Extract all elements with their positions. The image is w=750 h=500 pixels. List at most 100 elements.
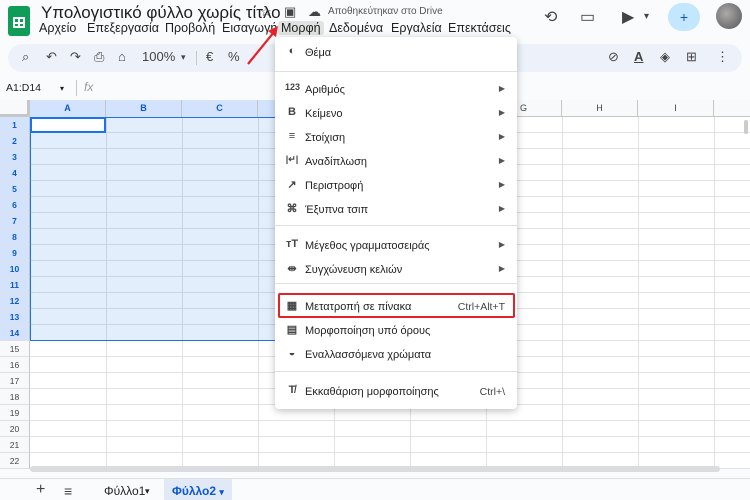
row-header-15[interactable]: 15 bbox=[0, 341, 30, 357]
row-header-10[interactable]: 10 bbox=[0, 261, 30, 277]
sheet-tab-1-chevron-icon[interactable]: ▾ bbox=[145, 486, 150, 497]
format-menu-item-8[interactable]: ⇹ Συγχώνευση κελιών ▶ bbox=[275, 259, 517, 281]
active-cell[interactable] bbox=[30, 117, 106, 133]
borders-icon[interactable]: ⊞ bbox=[686, 49, 697, 65]
row-header-21[interactable]: 21 bbox=[0, 437, 30, 453]
format-menu-label: Στοίχιση bbox=[305, 132, 346, 144]
sheet-tab-1[interactable]: Φύλλο1 bbox=[104, 484, 145, 498]
print-icon[interactable]: ⎙ bbox=[94, 49, 104, 65]
currency-format-button[interactable]: € bbox=[206, 49, 213, 64]
column-header-b[interactable]: B bbox=[106, 100, 182, 117]
row-header-16[interactable]: 16 bbox=[0, 357, 30, 373]
sheets-app: Υπολογιστικό φύλλο χωρίς τίτλο ☆ ▣ ☁ Απο… bbox=[0, 0, 750, 500]
zoom-chevron-icon[interactable]: ▾ bbox=[181, 52, 186, 63]
format-menu-label: Εκκαθάριση μορφοποίησης bbox=[305, 386, 439, 398]
select-all-corner[interactable] bbox=[0, 100, 30, 117]
format-menu-item-1[interactable]: 123 Αριθμός ▶ bbox=[275, 79, 517, 101]
row-header-5[interactable]: 5 bbox=[0, 181, 30, 197]
version-history-icon[interactable]: ⟲ bbox=[544, 7, 557, 27]
row-header-8[interactable]: 8 bbox=[0, 229, 30, 245]
save-status: Αποθηκεύτηκαν στο Drive bbox=[328, 6, 443, 17]
percent-format-button[interactable]: % bbox=[228, 49, 240, 64]
submenu-arrow-icon: ▶ bbox=[498, 204, 505, 213]
toolbar-divider bbox=[196, 51, 197, 65]
zoom-select[interactable]: 100% bbox=[142, 49, 175, 64]
search-icon[interactable]: ⌕ bbox=[22, 49, 29, 65]
horizontal-scrollbar[interactable] bbox=[30, 466, 720, 472]
row-header-20[interactable]: 20 bbox=[0, 421, 30, 437]
format-menu-item-11[interactable]: ◒ Εναλλασσόμενα χρώματα bbox=[275, 344, 517, 366]
row-header-17[interactable]: 17 bbox=[0, 373, 30, 389]
format-menu-item-0[interactable]: ◐ Θέμα bbox=[275, 42, 517, 64]
row-header-6[interactable]: 6 bbox=[0, 197, 30, 213]
row-header-11[interactable]: 11 bbox=[0, 277, 30, 293]
number-format-icon: 123 bbox=[285, 82, 301, 92]
meet-icon[interactable]: ▶ bbox=[622, 7, 634, 27]
chevron-down-icon[interactable]: ▾ bbox=[644, 11, 649, 22]
row-header-22[interactable]: 22 bbox=[0, 453, 30, 469]
format-menu-item-5[interactable]: ↗ Περιστροφή ▶ bbox=[275, 175, 517, 197]
row-header-12[interactable]: 12 bbox=[0, 293, 30, 309]
row-header-19[interactable]: 19 bbox=[0, 405, 30, 421]
format-menu-item-2[interactable]: B Κείμενο ▶ bbox=[275, 103, 517, 125]
submenu-arrow-icon: ▶ bbox=[498, 264, 505, 273]
format-menu-item-12[interactable]: T̸ Εκκαθάριση μορφοποίησης Ctrl+\ bbox=[275, 381, 517, 403]
move-folder-icon[interactable]: ▣ bbox=[284, 4, 296, 20]
row-header-9[interactable]: 9 bbox=[0, 245, 30, 261]
row-gridline bbox=[30, 436, 750, 437]
star-icon[interactable]: ☆ bbox=[260, 4, 272, 20]
comments-icon[interactable]: ▭ bbox=[580, 7, 595, 27]
name-box-chevron-icon[interactable]: ▾ bbox=[60, 84, 64, 93]
all-sheets-icon[interactable]: ≡ bbox=[64, 483, 72, 499]
menu-extensions[interactable]: Επεκτάσεις bbox=[445, 21, 514, 35]
row-header-2[interactable]: 2 bbox=[0, 133, 30, 149]
document-title[interactable]: Υπολογιστικό φύλλο χωρίς τίτλο bbox=[41, 3, 281, 23]
add-sheet-icon[interactable]: + bbox=[36, 481, 45, 499]
menu-divider bbox=[275, 225, 517, 226]
column-header-c[interactable]: C bbox=[182, 100, 258, 117]
formula-divider bbox=[76, 80, 77, 96]
menu-data[interactable]: Δεδομένα bbox=[326, 21, 386, 35]
column-header-i[interactable]: I bbox=[638, 100, 714, 117]
sheet-tab-2[interactable]: Φύλλο2 ▾ bbox=[164, 479, 232, 500]
row-header-4[interactable]: 4 bbox=[0, 165, 30, 181]
menu-view[interactable]: Προβολή bbox=[162, 21, 218, 35]
menu-edit[interactable]: Επεξεργασία bbox=[84, 21, 162, 35]
row-header-7[interactable]: 7 bbox=[0, 213, 30, 229]
sheets-logo-icon[interactable] bbox=[8, 6, 30, 36]
smart-chip-icon: ⌘ bbox=[286, 203, 298, 215]
avatar[interactable] bbox=[716, 3, 742, 29]
row-gridline bbox=[30, 420, 750, 421]
format-menu-label: Αναδίπλωση bbox=[305, 156, 367, 168]
undo-icon[interactable]: ↶ bbox=[46, 49, 57, 65]
link-icon[interactable]: ⊘ bbox=[608, 49, 619, 65]
row-header-13[interactable]: 13 bbox=[0, 309, 30, 325]
format-menu-label: Μέγεθος γραμματοσειράς bbox=[305, 240, 430, 252]
redo-icon[interactable]: ↷ bbox=[70, 49, 81, 65]
cloud-saved-icon: ☁ bbox=[308, 4, 321, 19]
name-box[interactable]: A1:D14 bbox=[6, 82, 41, 94]
clear-format-icon: T̸ bbox=[288, 384, 296, 396]
text-color-icon[interactable]: A bbox=[634, 49, 643, 64]
submenu-arrow-icon: ▶ bbox=[498, 108, 505, 117]
row-header-18[interactable]: 18 bbox=[0, 389, 30, 405]
sheet-tab-2-chevron-icon[interactable]: ▾ bbox=[219, 487, 224, 497]
keyboard-shortcut: Ctrl+\ bbox=[479, 386, 505, 398]
menu-file[interactable]: Αρχείο bbox=[36, 21, 79, 35]
format-menu-item-4[interactable]: |↵| Αναδίπλωση ▶ bbox=[275, 151, 517, 173]
column-header-a[interactable]: A bbox=[30, 100, 106, 117]
row-header-14[interactable]: 14 bbox=[0, 325, 30, 341]
row-header-1[interactable]: 1 bbox=[0, 117, 30, 133]
fill-color-icon[interactable]: ◈ bbox=[660, 49, 670, 65]
share-button[interactable]: + bbox=[668, 3, 700, 31]
menu-tools[interactable]: Εργαλεία bbox=[388, 21, 445, 35]
format-menu-item-10[interactable]: ▤ Μορφοποίηση υπό όρους bbox=[275, 320, 517, 342]
more-options-icon[interactable]: ⋮ bbox=[716, 49, 729, 65]
paint-format-icon[interactable]: ⌂ bbox=[118, 49, 126, 64]
column-header-h[interactable]: H bbox=[562, 100, 638, 117]
format-menu-item-6[interactable]: ⌘ Έξυπνα τσιπ ▶ bbox=[275, 199, 517, 221]
format-menu-item-7[interactable]: тT Μέγεθος γραμματοσειράς ▶ bbox=[275, 235, 517, 257]
format-menu-item-3[interactable]: ≡ Στοίχιση ▶ bbox=[275, 127, 517, 149]
vertical-scrollbar[interactable] bbox=[744, 120, 748, 134]
row-header-3[interactable]: 3 bbox=[0, 149, 30, 165]
